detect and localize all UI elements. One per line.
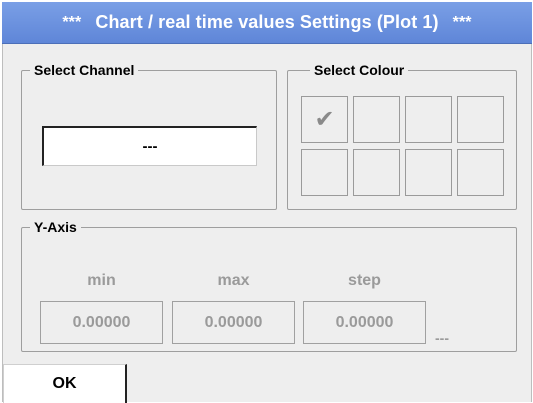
colour-swatch-5[interactable] xyxy=(301,149,348,196)
y-axis-legend: Y-Axis xyxy=(34,219,77,235)
dialog-title: Chart / real time values Settings (Plot … xyxy=(95,12,439,32)
colour-swatch-7[interactable] xyxy=(405,149,452,196)
colour-swatch-3[interactable] xyxy=(405,96,452,143)
y-min-label: min xyxy=(87,272,116,289)
colour-swatch-6[interactable] xyxy=(353,149,400,196)
title-bar: *** Chart / real time values Settings (P… xyxy=(2,2,532,44)
y-axis-group: Y-Axis min 0.00000 max 0.00000 step 0.00… xyxy=(21,219,517,352)
select-colour-legend: Select Colour xyxy=(314,62,405,78)
colour-swatch-8[interactable] xyxy=(457,149,504,196)
ok-button[interactable]: OK xyxy=(3,364,127,403)
title-stars-left: *** xyxy=(62,13,82,31)
colour-swatch-grid: ✔ xyxy=(301,96,504,196)
colour-swatch-1[interactable]: ✔ xyxy=(301,96,348,143)
y-step-field[interactable]: 0.00000 xyxy=(303,301,426,344)
channel-input[interactable]: --- xyxy=(42,126,257,166)
y-max-label: max xyxy=(217,272,250,289)
y-max-field[interactable]: 0.00000 xyxy=(172,301,295,344)
y-axis-unit: --- xyxy=(435,330,449,346)
colour-swatch-4[interactable] xyxy=(457,96,504,143)
y-step-column: step 0.00000 xyxy=(303,269,426,344)
y-min-column: min 0.00000 xyxy=(40,269,163,344)
title-stars-right: *** xyxy=(452,13,472,31)
colour-swatch-2[interactable] xyxy=(353,96,400,143)
y-max-column: max 0.00000 xyxy=(172,269,295,344)
select-colour-group: Select Colour ✔ xyxy=(287,62,517,210)
select-channel-legend: Select Channel xyxy=(34,62,135,78)
y-min-field[interactable]: 0.00000 xyxy=(40,301,163,344)
select-channel-group: Select Channel --- xyxy=(21,62,277,210)
y-step-label: step xyxy=(348,272,381,289)
